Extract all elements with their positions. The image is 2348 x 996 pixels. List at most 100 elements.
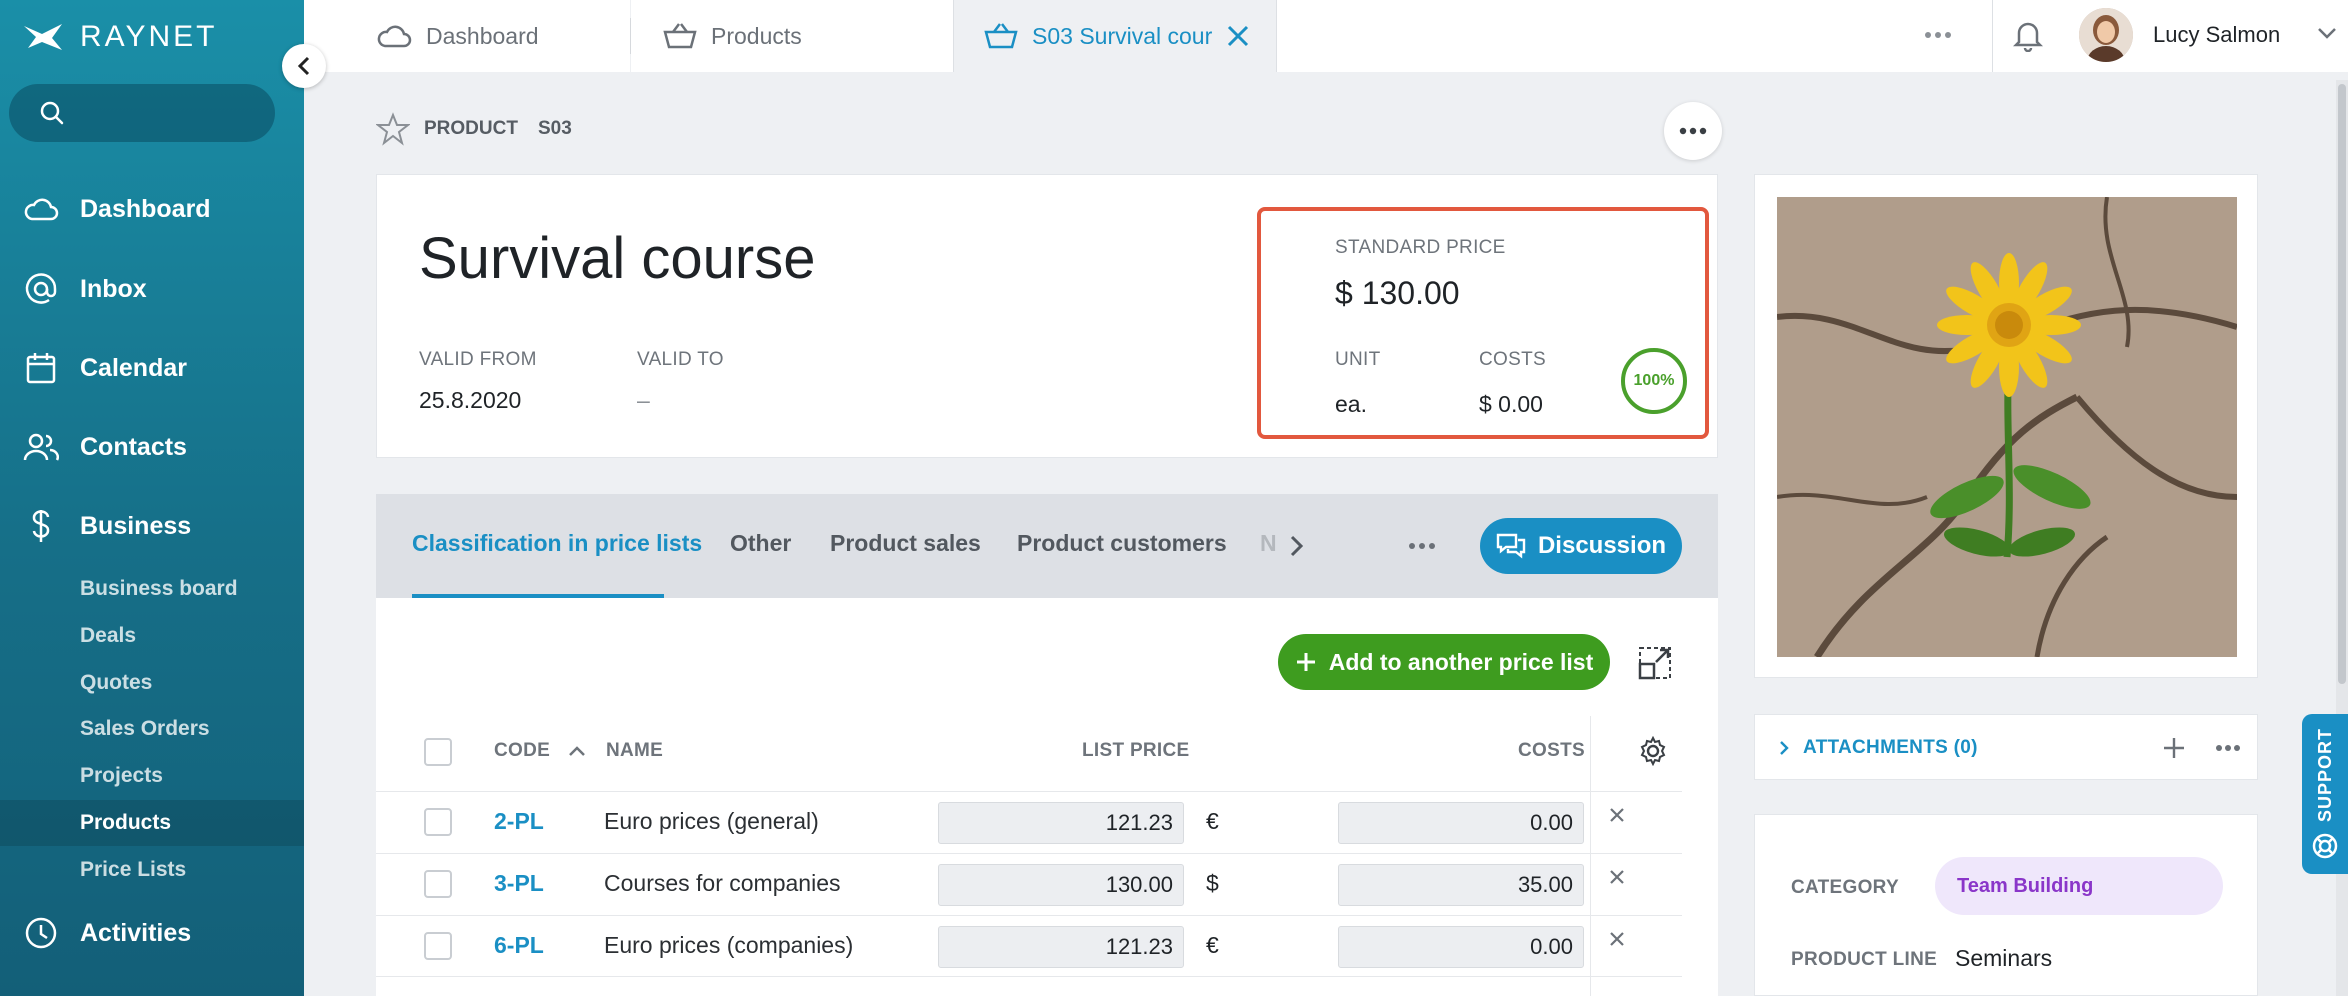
row-code-link[interactable]: 3-PL xyxy=(494,870,544,897)
row-code-link[interactable]: 6-PL xyxy=(494,932,544,959)
column-header-costs[interactable]: COSTS xyxy=(1518,740,1585,762)
brand-name: RAYNET xyxy=(80,20,218,53)
row-currency: $ xyxy=(1206,870,1219,896)
attachments-more-icon[interactable] xyxy=(2215,744,2241,752)
sidebar-item-activities[interactable]: Activities xyxy=(22,914,191,952)
cloud-icon xyxy=(22,190,60,228)
sidebar-subitem-projects[interactable]: Projects xyxy=(0,753,304,799)
costs-label: COSTS xyxy=(1479,349,1546,370)
unit-label: UNIT xyxy=(1335,349,1381,370)
avatar[interactable] xyxy=(2079,8,2133,62)
calendar-icon xyxy=(22,349,60,387)
tabs-bar: Classification in price lists Other Prod… xyxy=(376,494,1718,598)
row-costs-input[interactable]: 0.00 xyxy=(1338,926,1584,968)
sidebar-item-dashboard[interactable]: Dashboard xyxy=(22,190,211,228)
sidebar-subitem-business-board[interactable]: Business board xyxy=(0,566,304,612)
dollar-icon xyxy=(22,507,60,545)
row-remove-icon[interactable] xyxy=(1608,930,1626,948)
lifebuoy-icon xyxy=(2311,832,2339,860)
product-header-card: Survival course VALID FROM 25.8.2020 VAL… xyxy=(376,174,1718,458)
sidebar-subitem-quotes[interactable]: Quotes xyxy=(0,660,304,706)
cloud-icon xyxy=(376,23,412,49)
more-tabs-menu-icon[interactable] xyxy=(1408,542,1436,550)
support-tab[interactable]: SUPPORT xyxy=(2302,714,2348,874)
brand-logo[interactable]: RAYNET xyxy=(22,20,217,54)
sidebar-item-inbox[interactable]: Inbox xyxy=(22,270,147,308)
product-image-card xyxy=(1754,174,2258,678)
row-costs-input[interactable]: 0.00 xyxy=(1338,802,1584,844)
category-badge[interactable]: Team Building xyxy=(1935,857,2223,915)
sidebar-subitem-deals[interactable]: Deals xyxy=(0,613,304,659)
row-currency: € xyxy=(1206,932,1219,958)
clock-icon xyxy=(22,914,60,952)
chevron-down-icon[interactable] xyxy=(2317,26,2337,40)
breadcrumb: PRODUCT S03 xyxy=(376,112,572,146)
row-checkbox[interactable] xyxy=(424,808,452,836)
product-image[interactable] xyxy=(1777,197,2237,657)
tab-classification-in-price-lists[interactable]: Classification in price lists xyxy=(412,530,702,557)
valid-to-label: VALID TO xyxy=(637,349,724,370)
tab-truncated[interactable]: N xyxy=(1260,530,1277,557)
valid-to-value: – xyxy=(637,387,650,413)
raynet-logo-icon xyxy=(22,20,66,54)
user-name[interactable]: Lucy Salmon xyxy=(2153,22,2280,48)
scrollbar-thumb[interactable] xyxy=(2338,84,2346,684)
at-icon xyxy=(22,270,60,308)
sidebar-subitem-price-lists[interactable]: Price Lists xyxy=(0,847,304,893)
row-list-price-input[interactable]: 130.00 xyxy=(938,864,1184,906)
expand-icon[interactable] xyxy=(1638,646,1672,680)
plus-icon xyxy=(1295,651,1317,673)
row-checkbox[interactable] xyxy=(424,932,452,960)
sidebar-item-calendar[interactable]: Calendar xyxy=(22,349,187,387)
star-icon[interactable] xyxy=(376,112,410,146)
product-more-button[interactable] xyxy=(1664,102,1722,160)
tab-s03-survival-course[interactable]: S03 Survival cour xyxy=(953,0,1277,72)
attachments-card: ATTACHMENTS (0) xyxy=(1754,714,2258,780)
discussion-button[interactable]: Discussion xyxy=(1480,518,1682,574)
select-all-checkbox[interactable] xyxy=(424,738,452,766)
product-title: Survival course xyxy=(419,226,816,291)
table-row[interactable]: 3-PL Courses for companies 130.00 $ 35.0… xyxy=(376,853,1682,915)
tab-products[interactable]: Products xyxy=(631,0,953,72)
tab-product-sales[interactable]: Product sales xyxy=(830,530,981,557)
tab-other[interactable]: Other xyxy=(730,530,791,557)
row-remove-icon[interactable] xyxy=(1608,806,1626,824)
more-tabs-icon[interactable] xyxy=(1924,20,1952,50)
valid-from-label: VALID FROM xyxy=(419,349,537,370)
close-tab-icon[interactable] xyxy=(1226,24,1250,48)
add-to-price-list-button[interactable]: Add to another price list xyxy=(1278,634,1610,690)
table-settings-gear-icon[interactable] xyxy=(1638,736,1668,766)
add-attachment-icon[interactable] xyxy=(2161,735,2187,761)
column-header-name[interactable]: NAME xyxy=(606,740,663,762)
bell-icon[interactable] xyxy=(2013,18,2043,52)
sidebar-subitem-sales-orders[interactable]: Sales Orders xyxy=(0,706,304,752)
sidebar-item-business[interactable]: Business xyxy=(22,507,191,545)
row-list-price-input[interactable]: 121.23 xyxy=(938,802,1184,844)
sidebar-subitem-products[interactable]: Products xyxy=(0,800,304,846)
table-row[interactable]: 6-PL Euro prices (companies) 121.23 € 0.… xyxy=(376,915,1682,977)
row-remove-icon[interactable] xyxy=(1608,868,1626,886)
column-header-list-price[interactable]: LIST PRICE xyxy=(1082,740,1190,762)
breadcrumb-type: PRODUCT xyxy=(424,118,518,139)
unit-value: ea. xyxy=(1335,391,1367,417)
collapse-sidebar-button[interactable] xyxy=(282,44,326,88)
row-checkbox[interactable] xyxy=(424,870,452,898)
user-area: Lucy Salmon xyxy=(1992,0,2348,72)
row-list-price-input[interactable]: 121.23 xyxy=(938,926,1184,968)
product-line-value: Seminars xyxy=(1955,945,2053,971)
contacts-icon xyxy=(22,428,60,466)
active-tab-indicator xyxy=(412,594,664,598)
attachments-toggle[interactable]: ATTACHMENTS (0) xyxy=(1779,737,1978,759)
table-row[interactable]: 2-PL Euro prices (general) 121.23 € 0.00 xyxy=(376,791,1682,853)
row-code-link[interactable]: 2-PL xyxy=(494,808,544,835)
tab-dashboard[interactable]: Dashboard xyxy=(304,0,630,72)
costs-value: $ 0.00 xyxy=(1479,391,1543,417)
sidebar-item-contacts[interactable]: Contacts xyxy=(22,428,187,466)
valid-from-value: 25.8.2020 xyxy=(419,387,522,413)
tab-product-customers[interactable]: Product customers xyxy=(1017,530,1227,557)
sidebar-search-input[interactable] xyxy=(9,84,275,142)
column-header-code[interactable]: CODE xyxy=(494,740,586,762)
more-icon xyxy=(1679,127,1707,135)
row-costs-input[interactable]: 35.00 xyxy=(1338,864,1584,906)
chevron-right-icon[interactable] xyxy=(1288,534,1304,558)
